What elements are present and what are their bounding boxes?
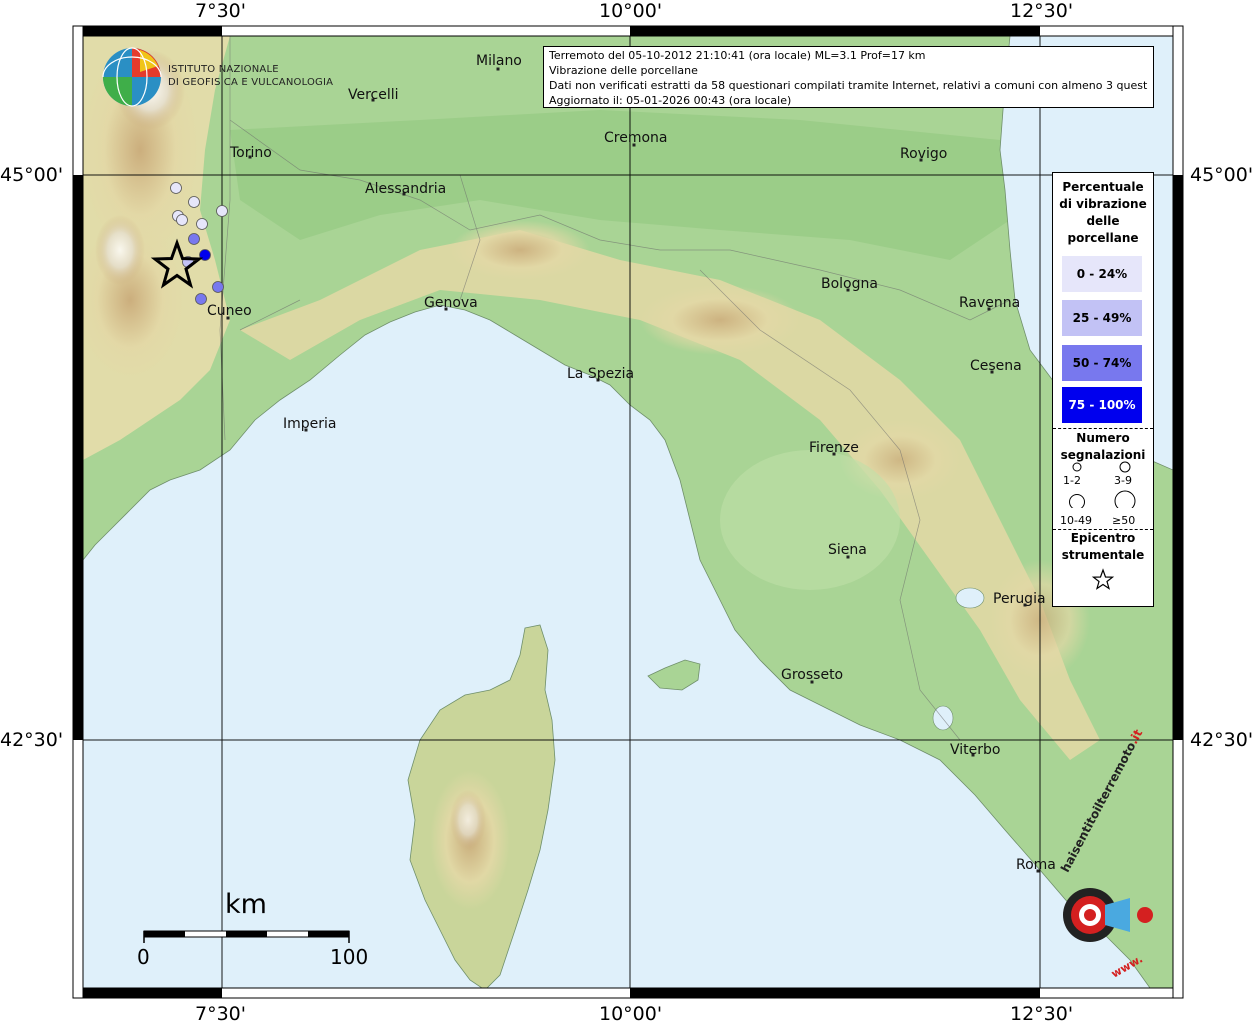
city-label-siena: Siena: [828, 542, 867, 558]
lon-label-top-2: 10°00': [599, 0, 663, 22]
event-subtitle: Vibrazione delle porcellane: [549, 64, 698, 77]
count-label-2: 10-49: [1060, 514, 1092, 527]
report-point: [170, 182, 182, 194]
lat-label-right-1: 45°00': [1190, 164, 1254, 186]
city-label-vercelli: Vercelli: [348, 87, 399, 103]
ingv-logo-text: ISTITUTO NAZIONALE DI GEOFISICA E VULCAN…: [168, 63, 333, 89]
map-body: [83, 36, 1173, 988]
city-label-viterbo: Viterbo: [950, 742, 1001, 758]
city-label-torino: Torino: [230, 145, 272, 161]
lon-label-top-1: 7°30': [195, 0, 246, 22]
lat-label-left-1: 45°00': [0, 164, 64, 186]
scale-max: 100: [330, 945, 369, 969]
report-point: [188, 196, 200, 208]
city-label-la-spezia: La Spezia: [567, 366, 635, 382]
lon-label-bottom-3: 12°30': [1010, 1003, 1074, 1025]
scale-min: 0: [137, 945, 150, 969]
count-title-1: Numero: [1076, 431, 1130, 445]
city-label-cremona: Cremona: [604, 130, 668, 146]
count-label-3: ≥50: [1112, 514, 1136, 527]
event-title: Terremoto del 05-10-2012 21:10:41 (ora l…: [549, 49, 926, 62]
city-label-ravenna: Ravenna: [959, 295, 1021, 311]
report-point: [196, 218, 208, 230]
report-point: [195, 293, 207, 305]
lon-label-bottom-2: 10°00': [599, 1003, 663, 1025]
city-label-perugia: Perugia: [993, 591, 1046, 607]
lon-label-top-3: 12°30': [1010, 0, 1074, 22]
count-label-0: 1-2: [1063, 474, 1081, 487]
report-point: [176, 214, 188, 226]
legend-divider: [1053, 428, 1153, 429]
city-label-firenze: Firenze: [809, 440, 859, 456]
legend-title-2: di vibrazione: [1059, 197, 1147, 211]
epicenter-title-1: Epicentro: [1070, 531, 1136, 545]
legend-class-2: 50 - 74%: [1062, 345, 1142, 381]
city-label-roma: Roma: [1016, 857, 1056, 873]
city-label-imperia: Imperia: [283, 416, 337, 432]
report-point: [188, 233, 200, 245]
lat-label-right-2: 42°30': [1190, 729, 1254, 751]
event-updated: Aggiornato il: 05-01-2026 00:43 (ora loc…: [549, 94, 792, 107]
lat-label-left-2: 42°30': [0, 729, 64, 751]
event-note: Dati non verificati estratti da 58 quest…: [549, 79, 1148, 92]
scale-unit: km: [225, 889, 267, 920]
lon-label-bottom-1: 7°30': [195, 1003, 246, 1025]
city-label-genova: Genova: [424, 295, 478, 311]
report-point: [212, 281, 224, 293]
city-label-bologna: Bologna: [821, 276, 878, 292]
city-label-cuneo: Cuneo: [207, 303, 252, 319]
legend-class-3: 75 - 100%: [1062, 387, 1142, 423]
city-label-milano: Milano: [476, 53, 522, 69]
logo-line-1: ISTITUTO NAZIONALE: [168, 64, 279, 75]
report-point: [216, 205, 228, 217]
legend-title-4: porcellane: [1067, 231, 1139, 245]
event-info-box: Terremoto del 05-10-2012 21:10:41 (ora l…: [543, 46, 1154, 108]
city-label-grosseto: Grosseto: [781, 667, 844, 683]
city-label-cesena: Cesena: [970, 358, 1022, 374]
legend-panel: Percentuale di vibrazione delle porcella…: [1052, 172, 1154, 607]
logo-line-2: DI GEOFISICA E VULCANOLOGIA: [168, 77, 334, 88]
legend-title-1: Percentuale: [1062, 180, 1144, 194]
ingv-logo-icon: [102, 47, 162, 107]
legend-class-0: 0 - 24%: [1062, 256, 1142, 292]
epicenter-title-2: strumentale: [1061, 548, 1145, 562]
count-label-1: 3-9: [1114, 474, 1132, 487]
epicenter-legend-star-icon: [1091, 568, 1115, 590]
legend-title-3: delle: [1086, 214, 1120, 228]
city-label-rovigo: Rovigo: [900, 146, 948, 162]
legend-class-1: 25 - 49%: [1062, 300, 1142, 336]
city-label-alessandria: Alessandria: [365, 181, 447, 197]
